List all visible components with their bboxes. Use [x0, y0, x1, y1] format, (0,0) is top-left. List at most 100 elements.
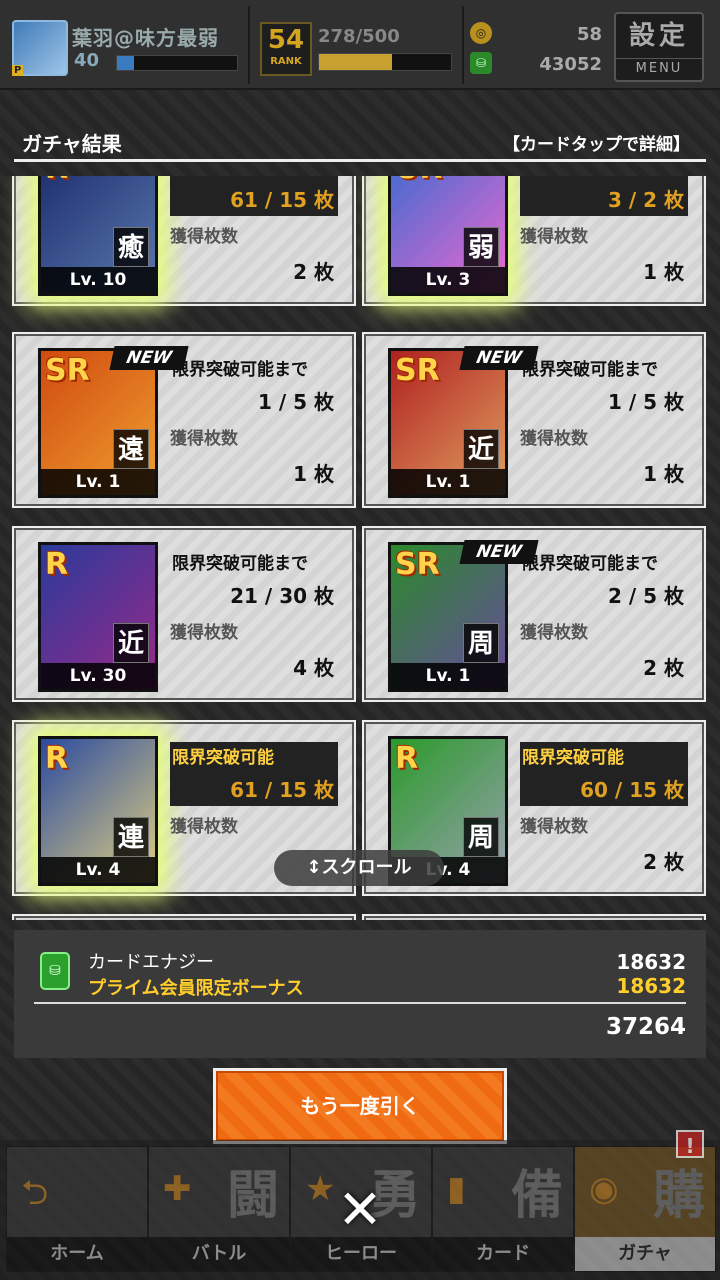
limit-break-label: 限界突破可能	[170, 742, 338, 774]
energy-title: カードエナジー	[88, 952, 214, 973]
nav-label: ヒーロー	[291, 1237, 431, 1271]
attack-type-label: 遠	[113, 429, 149, 469]
nav-label: バトル	[149, 1237, 289, 1271]
card-level: Lv. 1	[391, 469, 505, 495]
card-result-item[interactable]: UR 弱Lv. 3 限界突破可能3 / 2 枚獲得枚数 1 枚	[362, 176, 706, 306]
obtained-label: 獲得枚数	[170, 227, 238, 247]
avatar-tag: P	[12, 65, 24, 76]
attack-type-label: 近	[463, 429, 499, 469]
attack-type-label: 近	[113, 623, 149, 663]
result-header: ガチャ結果 【カードタップで詳細】	[14, 118, 706, 162]
draw-again-button[interactable]: もう一度引く	[213, 1068, 507, 1144]
card-grid[interactable]: R癒Lv. 10限界突破可能61 / 15 枚獲得枚数2 枚UR弱Lv. 3限界…	[0, 176, 720, 920]
tap-hint: 【カードタップで詳細】	[503, 135, 690, 155]
coin-count: 58	[576, 24, 602, 45]
nav-item-0[interactable]: ⮌ ホーム	[6, 1146, 148, 1272]
card-result-item[interactable]: R 癒Lv. 10 限界突破可能61 / 15 枚獲得枚数 2 枚	[12, 176, 356, 306]
rarity-label: UR	[395, 176, 442, 186]
limit-break-label: 限界突破可能まで	[172, 554, 308, 574]
obtained-label: 獲得枚数	[170, 623, 238, 643]
card-art[interactable]: SR 遠 Lv. 1	[38, 348, 158, 498]
card-result-item[interactable]	[12, 914, 356, 920]
rarity-label: R	[45, 547, 69, 582]
card-result-item[interactable]: SR 遠 Lv. 1 NEW 限界突破可能まで 1 / 5 枚獲得枚数 1 枚	[12, 332, 356, 508]
nav-kanji: 闘	[226, 1166, 279, 1226]
nav-item-4[interactable]: ◉ 購ガチャ	[574, 1146, 716, 1272]
card-result-item[interactable]: SR 周 Lv. 1 NEW 限界突破可能まで 2 / 5 枚獲得枚数 2 枚	[362, 526, 706, 702]
scroll-hint: ↕スクロール	[274, 850, 444, 886]
card-level: Lv. 1	[391, 663, 505, 689]
rank-number: 54	[267, 25, 305, 55]
divider	[462, 6, 464, 84]
card-result-item[interactable]: SR 近 Lv. 1 NEW 限界突破可能まで 1 / 5 枚獲得枚数 1 枚	[362, 332, 706, 508]
page-title: ガチャ結果	[22, 132, 122, 156]
energy-base-value: 18632	[616, 950, 686, 974]
obtained-label: 獲得枚数	[520, 623, 588, 643]
home-icon: ⮌	[21, 1173, 49, 1213]
limit-break-label: 限界突破可能	[170, 176, 338, 184]
hero-icon: ★	[305, 1169, 336, 1209]
rarity-label: SR	[395, 547, 440, 582]
player-name: 葉羽@味方最弱	[72, 26, 219, 50]
rarity-label: R	[45, 741, 69, 776]
card-level: Lv. 10	[41, 267, 155, 293]
player-avatar[interactable]: P	[12, 20, 68, 76]
card-art[interactable]: R 近 Lv. 30	[38, 542, 158, 692]
nav-item-3[interactable]: ▮ 備カード	[432, 1146, 574, 1272]
nav-kanji: 備	[510, 1166, 563, 1226]
limit-break-count: 61 / 15 枚	[170, 774, 338, 806]
attack-type-label: 周	[463, 817, 499, 857]
attack-type-label: 癒	[113, 227, 149, 267]
card-art[interactable]: R 連 Lv. 4	[38, 736, 158, 886]
prime-bonus-label: プライム会員限定ボーナス	[88, 978, 304, 999]
energy-canister-icon: ⛁	[470, 52, 492, 74]
close-button[interactable]: ✕	[336, 1183, 384, 1237]
nav-item-1[interactable]: ✚ 闘バトル	[148, 1146, 290, 1272]
obtained-count: 2 枚	[643, 850, 684, 874]
rarity-label: R	[45, 176, 68, 186]
limit-break-label: 限界突破可能	[520, 176, 688, 184]
limit-break-label: 限界突破可能まで	[522, 360, 658, 380]
energy-total: 37264	[605, 1014, 686, 1040]
attack-type-label: 弱	[463, 227, 499, 267]
rarity-label: SR	[45, 353, 90, 388]
divider	[248, 6, 250, 84]
cards-icon: ▮	[447, 1169, 466, 1209]
card-art[interactable]: R 癒Lv. 10	[38, 176, 158, 296]
energy-canister-icon: ⛁	[40, 952, 70, 990]
limit-break-count: 60 / 15 枚	[520, 774, 688, 806]
gacha-icon: ◉	[589, 1169, 619, 1209]
level-progress-bar	[116, 55, 238, 71]
card-art[interactable]: SR 周 Lv. 1	[388, 542, 508, 692]
obtained-label: 獲得枚数	[520, 817, 588, 837]
limit-break-count: 1 / 5 枚	[257, 390, 334, 414]
card-result-item[interactable]: R 近 Lv. 30 限界突破可能まで 21 / 30 枚獲得枚数 4 枚	[12, 526, 356, 702]
nav-label: カード	[433, 1237, 573, 1271]
card-result-item[interactable]	[362, 914, 706, 920]
obtained-label: 獲得枚数	[520, 429, 588, 449]
card-art[interactable]: SR 近 Lv. 1	[388, 348, 508, 498]
settings-button[interactable]: 設定 MENU	[614, 12, 704, 82]
card-level: Lv. 4	[41, 857, 155, 883]
limit-break-label: 限界突破可能まで	[522, 554, 658, 574]
gamepad-icon: ✚	[163, 1169, 192, 1209]
stamina-text: 278/500	[318, 26, 400, 47]
stamina-fill	[319, 54, 393, 70]
divider	[34, 1002, 686, 1004]
status-bar: P 葉羽@味方最弱 40 54 RANK 278/500 ◎ ⛁ 58 4305…	[0, 0, 720, 90]
limit-break-label: 限界突破可能	[520, 742, 688, 774]
limit-break-count: 61 / 15 枚	[170, 184, 338, 216]
energy-bonus-value: 18632	[616, 974, 686, 998]
obtained-label: 獲得枚数	[170, 429, 238, 449]
nav-label: ガチャ	[575, 1237, 715, 1271]
card-art[interactable]: UR 弱Lv. 3	[388, 176, 508, 296]
obtained-count: 1 枚	[643, 260, 684, 284]
obtained-count: 2 枚	[293, 260, 334, 284]
nav-label: ホーム	[7, 1237, 147, 1271]
rarity-label: SR	[395, 353, 440, 388]
card-level: Lv. 30	[41, 663, 155, 689]
obtained-count: 1 枚	[643, 462, 684, 486]
card-energy-panel: ⛁ カードエナジー プライム会員限定ボーナス 18632 18632 37264	[14, 930, 706, 1058]
obtained-count: 4 枚	[293, 656, 334, 680]
rank-badge: 54 RANK	[260, 22, 312, 76]
